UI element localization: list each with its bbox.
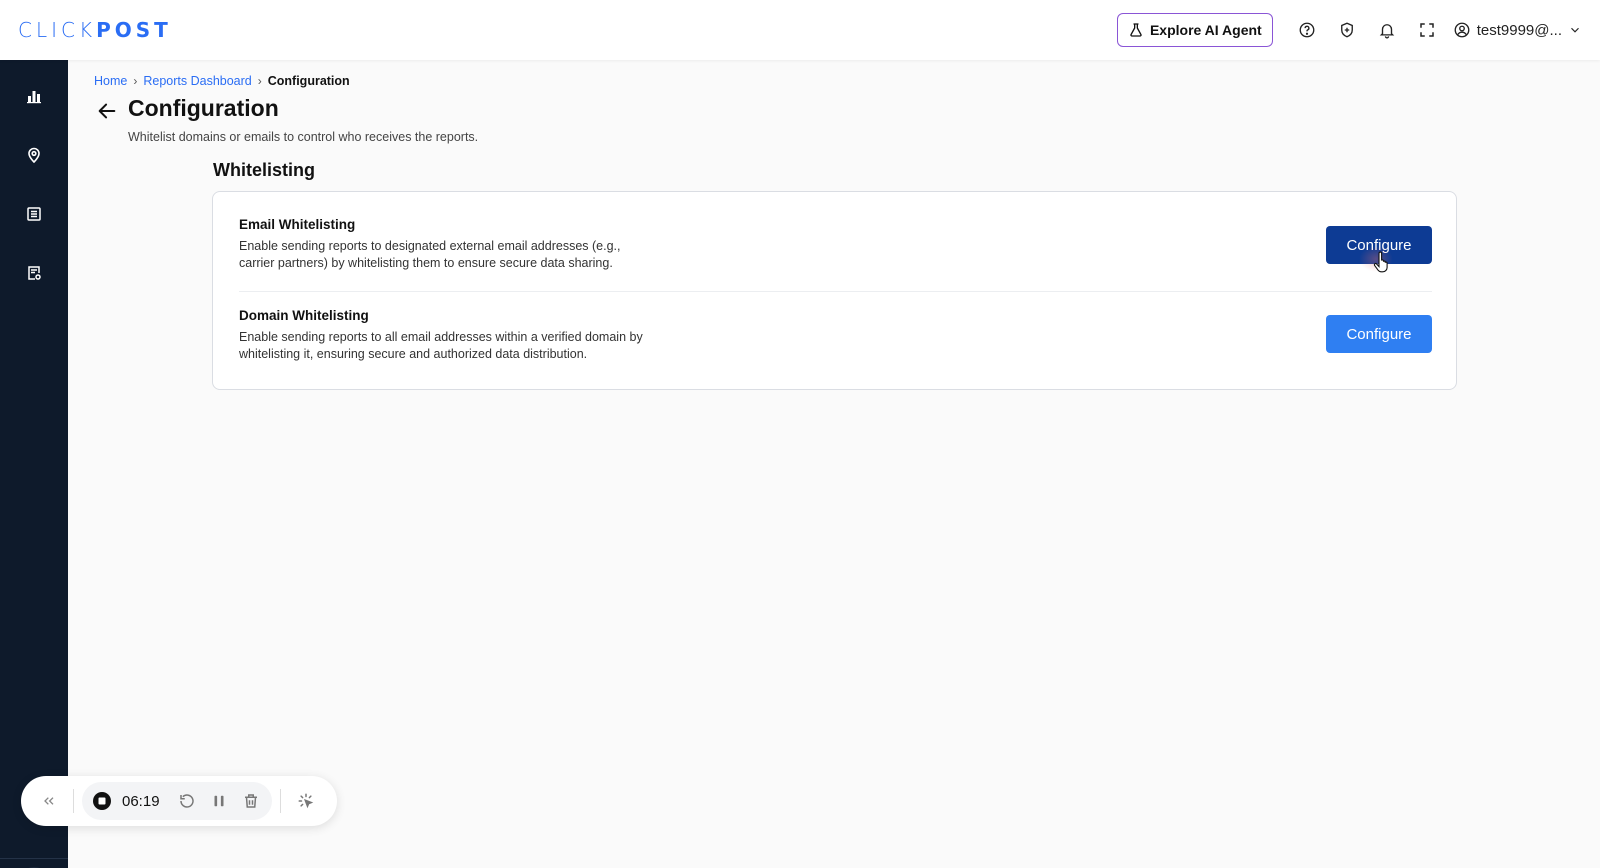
help-icon[interactable] (1287, 10, 1327, 50)
location-pin-icon (28, 147, 40, 163)
header-actions: Explore AI Agent test9999@... (1116, 0, 1582, 60)
domain-whitelisting-title: Domain Whitelisting (239, 308, 369, 323)
sidebar-item-report-settings[interactable] (22, 261, 46, 285)
chevron-down-icon (1571, 27, 1579, 33)
recorder-divider (73, 789, 74, 813)
ai-agent-label: Explore AI Agent (1149, 22, 1262, 38)
breadcrumb: Home › Reports Dashboard › Configuration (94, 74, 350, 88)
user-email: test9999@... (1476, 21, 1562, 39)
list-document-icon (27, 207, 41, 221)
hand-cursor-icon (1373, 251, 1388, 273)
section-title: Whitelisting (213, 160, 315, 180)
email-whitelisting-description: Enable sending reports to designated ext… (239, 239, 621, 270)
breadcrumb-home[interactable]: Home (94, 74, 127, 88)
bar-chart-icon (27, 91, 41, 104)
double-chevron-left-icon (44, 797, 54, 805)
fullscreen-icon[interactable] (1407, 10, 1447, 50)
whitelisting-card: Email Whitelisting Enable sending report… (212, 191, 1457, 390)
sidebar-item-reports[interactable] (22, 84, 46, 108)
domain-whitelisting-row: Domain Whitelisting Enable sending repor… (239, 308, 1432, 363)
top-bar: CLICKPOST Explore AI Agent test9999@... (0, 0, 1600, 60)
email-whitelisting-row: Email Whitelisting Enable sending report… (239, 217, 1432, 272)
back-arrow-icon[interactable] (96, 100, 118, 122)
stop-recording-icon[interactable] (92, 791, 112, 811)
page-title: Configuration (128, 95, 279, 121)
shield-icon[interactable] (1327, 10, 1367, 50)
breadcrumb-reports-dashboard[interactable]: Reports Dashboard (143, 74, 251, 88)
chevron-right-icon: › (133, 74, 138, 88)
email-whitelisting-title: Email Whitelisting (239, 217, 356, 232)
user-avatar-icon (1454, 22, 1470, 38)
trash-icon[interactable] (240, 790, 262, 812)
flask-icon (1130, 23, 1142, 37)
recorder-controls: 06:19 (82, 782, 272, 820)
sidebar (0, 60, 68, 868)
document-settings-icon (28, 266, 41, 280)
explore-ai-agent-button[interactable]: Explore AI Agent (1116, 13, 1273, 47)
sidebar-item-tracking[interactable] (22, 143, 46, 167)
collapse-recorder-button[interactable] (39, 791, 59, 811)
chevron-right-icon: › (257, 74, 262, 88)
domain-whitelisting-description: Enable sending reports to all email addr… (239, 330, 643, 361)
clickpost-logo[interactable]: CLICKPOST (18, 18, 172, 42)
pause-icon[interactable] (208, 790, 230, 812)
sidebar-divider (0, 858, 68, 859)
bell-icon[interactable] (1367, 10, 1407, 50)
recorder-divider (279, 789, 281, 813)
user-menu[interactable]: test9999@... (1453, 21, 1582, 39)
page-subtitle: Whitelist domains or emails to control w… (128, 130, 479, 144)
sidebar-item-orders[interactable] (22, 202, 46, 226)
restart-icon[interactable] (176, 790, 198, 812)
row-divider (239, 291, 1432, 292)
breadcrumb-current: Configuration (267, 74, 350, 88)
click-effect-icon[interactable] (295, 790, 317, 812)
domain-configure-button[interactable]: Configure (1326, 315, 1432, 353)
recording-timer: 06:19 (122, 792, 160, 810)
screen-recorder-bar: 06:19 (21, 776, 337, 826)
